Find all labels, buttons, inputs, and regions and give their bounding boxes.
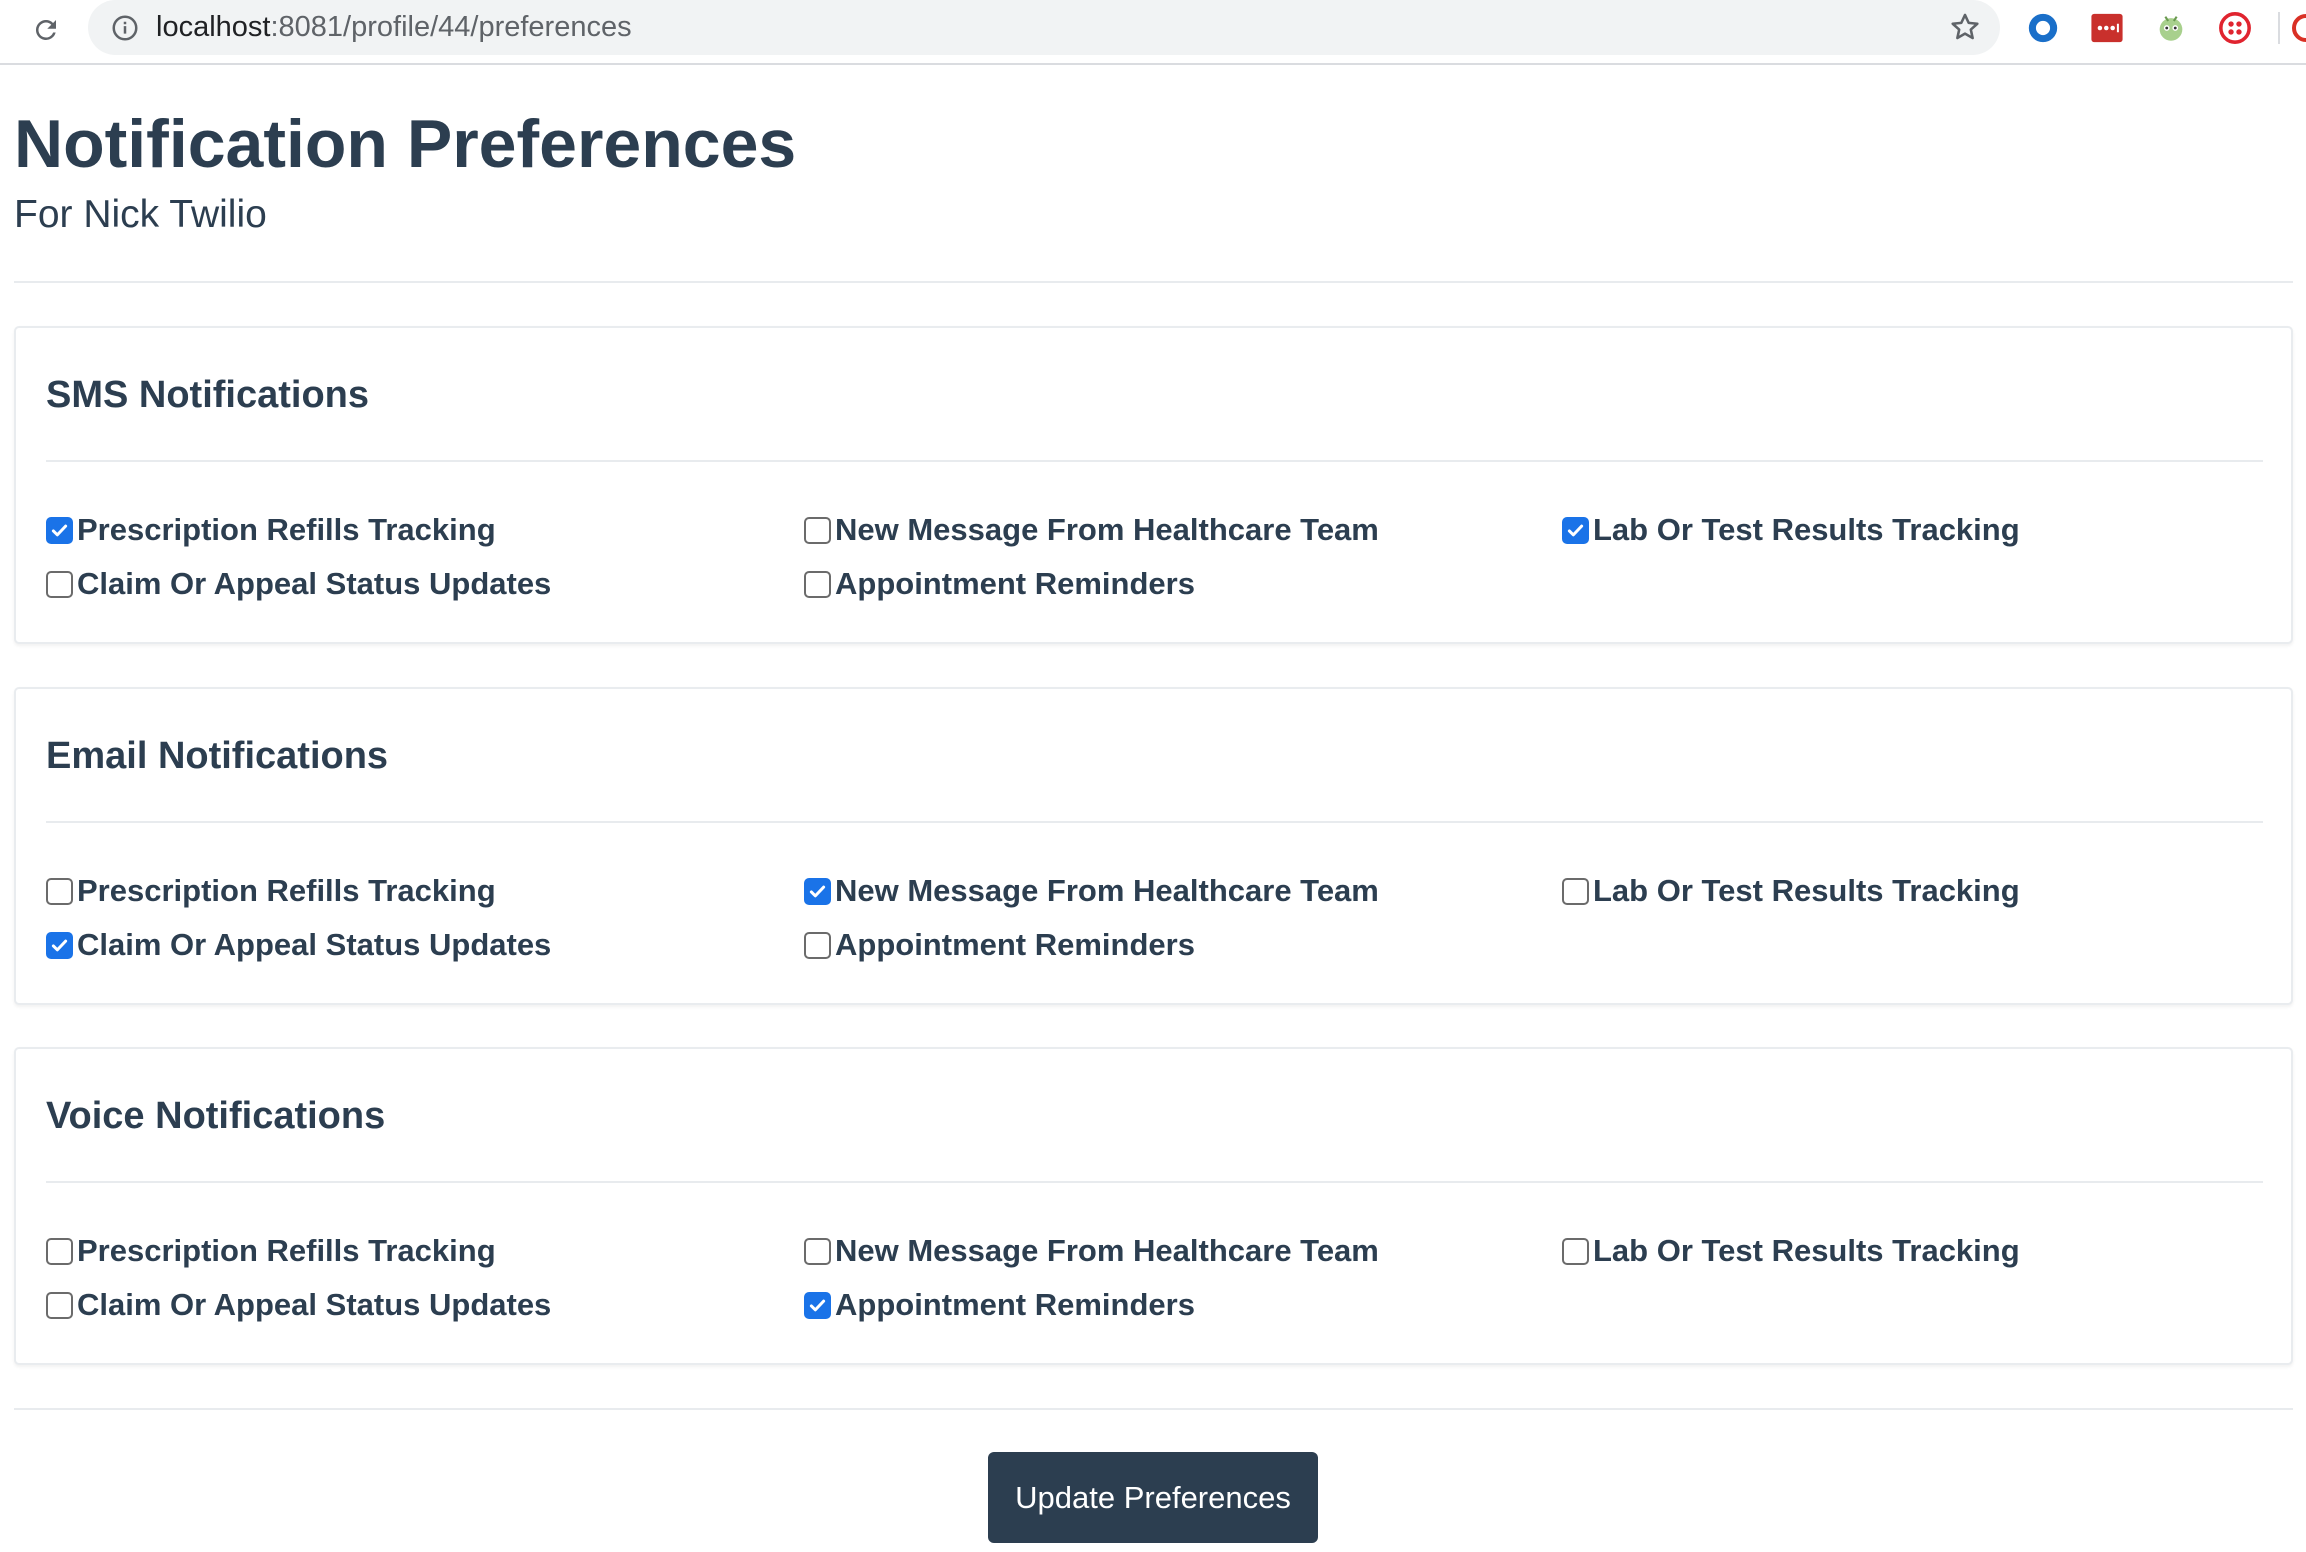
checkbox[interactable] [804,1291,831,1319]
voice-appointment-reminders-option[interactable]: Appointment Reminders [804,1285,1195,1325]
url-path: :8081/profile/44/preferences [270,11,632,43]
checkbox[interactable] [46,1237,73,1265]
email-new-message-option[interactable]: New Message From Healthcare Team [804,871,1379,911]
url-host: localhost [156,11,271,43]
card-divider [46,1181,2263,1183]
option-label: Claim Or Appeal Status Updates [77,1287,552,1322]
checkbox[interactable] [804,570,831,598]
option-label: Appointment Reminders [835,566,1195,601]
sms-claim-status-option[interactable]: Claim Or Appeal Status Updates [46,564,551,604]
option-label: Appointment Reminders [835,1287,1195,1322]
voice-lab-results-option[interactable]: Lab Or Test Results Tracking [1562,1231,2020,1271]
voice-prescription-refills-option[interactable]: Prescription Refills Tracking [46,1231,496,1271]
site-info-icon[interactable] [110,13,140,43]
sms-prescription-refills-option[interactable]: Prescription Refills Tracking [46,510,496,550]
option-label: Claim Or Appeal Status Updates [77,927,552,962]
toolbar-divider [2278,12,2280,44]
sms-appointment-reminders-option[interactable]: Appointment Reminders [804,564,1195,604]
voice-notifications-card: Voice Notifications Prescription Refills… [14,1047,2293,1365]
voice-claim-status-option[interactable]: Claim Or Appeal Status Updates [46,1285,551,1325]
option-label: Prescription Refills Tracking [77,1233,496,1268]
card-divider [46,460,2263,462]
sms-new-message-option[interactable]: New Message From Healthcare Team [804,510,1379,550]
email-claim-status-option[interactable]: Claim Or Appeal Status Updates [46,925,551,965]
voice-new-message-option[interactable]: New Message From Healthcare Team [804,1231,1379,1271]
url-text: localhost:8081/profile/44/preferences [156,9,632,45]
browser-toolbar: localhost:8081/profile/44/preferences [0,0,2306,65]
checkbox[interactable] [804,516,831,544]
checkbox[interactable] [804,1237,831,1265]
address-bar[interactable]: localhost:8081/profile/44/preferences [88,0,2000,55]
page-subtitle: For Nick Twilio [14,193,267,236]
email-prescription-refills-option[interactable]: Prescription Refills Tracking [46,871,496,911]
circle-extension-icon[interactable] [2026,11,2060,45]
checkbox[interactable] [1562,1237,1589,1265]
divider [14,281,2293,283]
section-title: SMS Notifications [46,374,370,416]
checkbox[interactable] [804,877,831,905]
section-title: Email Notifications [46,735,389,777]
lastpass-icon[interactable] [2090,11,2124,45]
bookmark-star-icon[interactable] [1948,10,1982,44]
checkbox[interactable] [46,931,73,959]
profile-avatar-icon[interactable] [2292,14,2306,42]
checkbox[interactable] [1562,877,1589,905]
section-title: Voice Notifications [46,1095,386,1137]
twilio-icon[interactable] [2218,11,2252,45]
option-label: Prescription Refills Tracking [77,873,496,908]
sms-lab-results-option[interactable]: Lab Or Test Results Tracking [1562,510,2020,550]
checkbox[interactable] [46,877,73,905]
checkbox[interactable] [46,1291,73,1319]
checkbox[interactable] [1562,516,1589,544]
checkbox[interactable] [46,570,73,598]
checkbox[interactable] [804,931,831,959]
card-divider [46,821,2263,823]
bug-extension-icon[interactable] [2154,11,2188,45]
option-label: Claim Or Appeal Status Updates [77,566,552,601]
reload-icon[interactable] [26,10,66,50]
option-label: Appointment Reminders [835,927,1195,962]
update-preferences-button[interactable]: Update Preferences [988,1452,1318,1543]
option-label: New Message From Healthcare Team [835,1233,1379,1268]
option-label: Lab Or Test Results Tracking [1593,1233,2020,1268]
option-label: Lab Or Test Results Tracking [1593,512,2020,547]
email-lab-results-option[interactable]: Lab Or Test Results Tracking [1562,871,2020,911]
email-appointment-reminders-option[interactable]: Appointment Reminders [804,925,1195,965]
page-title: Notification Preferences [14,106,797,182]
sms-notifications-card: SMS Notifications Prescription Refills T… [14,326,2293,644]
divider [14,1408,2293,1410]
option-label: Lab Or Test Results Tracking [1593,873,2020,908]
option-label: New Message From Healthcare Team [835,512,1379,547]
email-notifications-card: Email Notifications Prescription Refills… [14,687,2293,1005]
checkbox[interactable] [46,516,73,544]
option-label: Prescription Refills Tracking [77,512,496,547]
option-label: New Message From Healthcare Team [835,873,1379,908]
